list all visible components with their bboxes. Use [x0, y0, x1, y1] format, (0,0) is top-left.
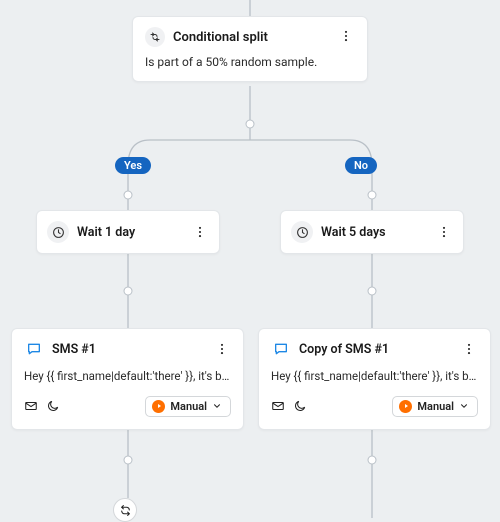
- send-mode-dropdown[interactable]: Manual: [145, 396, 231, 417]
- wait-title: Wait 1 day: [77, 225, 191, 240]
- branch-icon: [145, 27, 165, 47]
- conditional-more-button[interactable]: [337, 27, 355, 45]
- reconverge-node[interactable]: [113, 498, 137, 522]
- sms-icon: [271, 339, 291, 359]
- sms-more-button[interactable]: [460, 340, 478, 358]
- play-icon: [152, 400, 165, 413]
- wait-title: Wait 5 days: [321, 225, 435, 240]
- sms-node-yes[interactable]: SMS #1 Hey {{ first_name|default:'there'…: [11, 328, 244, 430]
- conditional-description: Is part of a 50% random sample.: [145, 55, 355, 69]
- moon-clock-icon: [293, 399, 307, 413]
- sms-more-button[interactable]: [213, 340, 231, 358]
- wait-more-button[interactable]: [435, 223, 453, 241]
- moon-clock-icon: [46, 399, 60, 413]
- chevron-down-icon: [212, 401, 222, 411]
- send-mode-label: Manual: [417, 400, 454, 413]
- sms-preview: Hey {{ first_name|default:'there' }}, it…: [271, 369, 478, 383]
- play-icon: [399, 400, 412, 413]
- wait-node-yes[interactable]: Wait 1 day: [36, 210, 220, 254]
- send-mode-label: Manual: [170, 400, 207, 413]
- conditional-title: Conditional split: [173, 30, 268, 45]
- envelope-icon: [24, 399, 38, 413]
- chevron-down-icon: [459, 401, 469, 411]
- branch-label-no: No: [345, 157, 377, 174]
- clock-icon: [291, 221, 313, 243]
- branch-label-yes: Yes: [115, 157, 151, 174]
- conditional-split-node[interactable]: Conditional split Is part of a 50% rando…: [132, 16, 368, 82]
- sms-title: Copy of SMS #1: [299, 342, 452, 357]
- sms-icon: [24, 339, 44, 359]
- wait-node-no[interactable]: Wait 5 days: [280, 210, 464, 254]
- sms-preview: Hey {{ first_name|default:'there' }}, it…: [24, 369, 231, 383]
- sms-title: SMS #1: [52, 342, 205, 357]
- wait-more-button[interactable]: [191, 223, 209, 241]
- send-mode-dropdown[interactable]: Manual: [392, 396, 478, 417]
- clock-icon: [47, 221, 69, 243]
- envelope-icon: [271, 399, 285, 413]
- sms-node-no[interactable]: Copy of SMS #1 Hey {{ first_name|default…: [258, 328, 491, 430]
